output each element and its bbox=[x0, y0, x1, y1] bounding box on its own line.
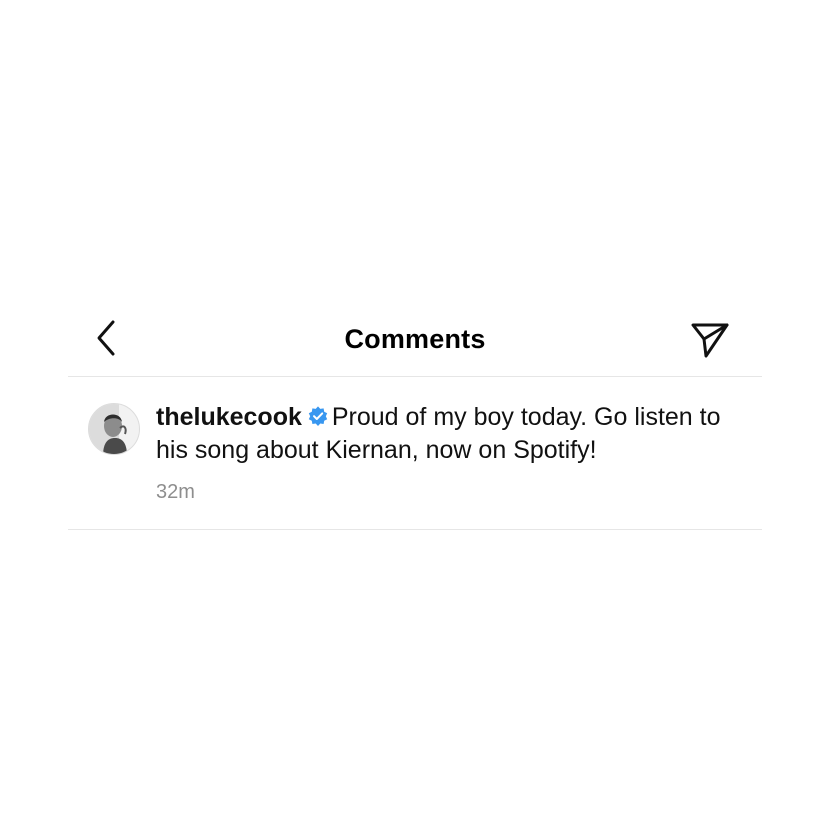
comment-text-block: thelukecook Proud of my boy today. Go li… bbox=[156, 401, 756, 467]
comment-username[interactable]: thelukecook bbox=[156, 403, 302, 431]
comment-item: thelukecook Proud of my boy today. Go li… bbox=[68, 377, 762, 529]
comment-divider bbox=[68, 529, 762, 530]
avatar[interactable] bbox=[88, 403, 140, 455]
page-title: Comments bbox=[344, 324, 486, 354]
paper-plane-icon bbox=[691, 323, 729, 358]
comments-header: Comments bbox=[68, 306, 762, 376]
comments-screen: Comments thelukecook Proud of my boy tod… bbox=[0, 0, 828, 828]
share-button[interactable] bbox=[688, 318, 732, 362]
profile-photo-icon bbox=[89, 404, 139, 454]
verified-badge-icon bbox=[308, 406, 328, 427]
comment-timestamp: 32m bbox=[156, 481, 195, 503]
